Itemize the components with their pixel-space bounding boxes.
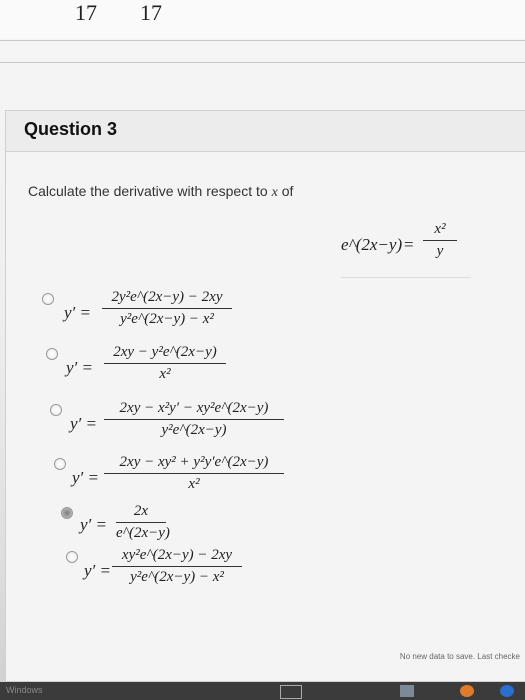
previous-section-footer: 17 17 [0,0,525,38]
page-number-left: 17 [75,0,97,25]
autosave-status: No new data to save. Last checke [399,652,520,661]
task-view-icon[interactable] [280,685,302,699]
option-fraction: 2xy − xy² + y²y′e^(2x−y) x² [104,454,284,493]
option-label: y′ = [64,303,91,322]
option-fraction: 2x e^(2x−y) [116,503,170,542]
option-radio-selected[interactable] [61,507,73,519]
question-title: Question 3 [24,119,118,139]
page-number-right: 17 [140,0,162,25]
prompt-variable: x [271,185,278,200]
option-numerator: 2xy − xy² + y²y′e^(2x−y) [119,454,269,470]
divider [0,40,525,41]
firefox-icon[interactable] [460,685,474,697]
browser-icon[interactable] [500,685,514,697]
option-numerator: 2xy − y²e^(2x−y) [113,344,217,360]
option-denominator: y²e^(2x−y) [161,422,227,438]
equation-rhs-denominator: y [436,243,444,259]
separator-line [341,277,471,278]
option-fraction: 2xy − y²e^(2x−y) x² [104,344,226,383]
equation-rhs: x² y [423,221,457,260]
option-label: y′ = [70,414,97,433]
prompt-suffix: of [281,183,294,199]
option-label: y′ = [72,468,99,487]
option-denominator: x² [159,366,171,382]
store-icon[interactable] [400,685,414,697]
prompt-text: Calculate the derivative with respect to [28,183,268,199]
option-label: y′ = [80,515,107,534]
option-denominator: y²e^(2x−y) − x² [120,311,214,327]
option-numerator: 2xy − x²y′ − xy²e^(2x−y) [119,400,269,416]
screen: 17 17 Question 3 Calculate the derivativ… [0,0,525,700]
option-numerator: xy²e^(2x−y) − 2xy [121,547,233,563]
option-radio[interactable] [50,404,62,416]
equation-equals: = [404,235,414,254]
start-button[interactable]: Windows [6,685,43,697]
option-denominator: e^(2x−y) [116,525,170,541]
option-numerator: 2y²e^(2x−y) − 2xy [111,289,223,305]
option-radio[interactable] [42,293,54,305]
equation-rhs-numerator: x² [434,221,446,237]
option-denominator: y²e^(2x−y) − x² [130,569,224,585]
divider [0,62,525,63]
option-radio[interactable] [54,458,66,470]
question-header: Question 3 [6,111,525,152]
option-radio[interactable] [46,348,58,360]
option-numerator: 2x [133,503,149,519]
option-denominator: x² [188,476,200,492]
option-radio[interactable] [66,551,78,563]
question-card: Question 3 Calculate the derivative with… [5,110,525,682]
equation-lhs: e^(2x−y) [341,235,403,254]
taskbar: Windows [0,682,525,700]
question-prompt: Calculate the derivative with respect to… [28,183,293,201]
option-fraction: 2xy − x²y′ − xy²e^(2x−y) y²e^(2x−y) [104,400,284,439]
option-fraction: 2y²e^(2x−y) − 2xy y²e^(2x−y) − x² [102,289,232,328]
option-fraction: xy²e^(2x−y) − 2xy y²e^(2x−y) − x² [112,547,242,586]
option-label: y′ = [84,561,111,580]
question-equation: e^(2x−y) = x² y [341,221,461,281]
option-label: y′ = [66,358,93,377]
